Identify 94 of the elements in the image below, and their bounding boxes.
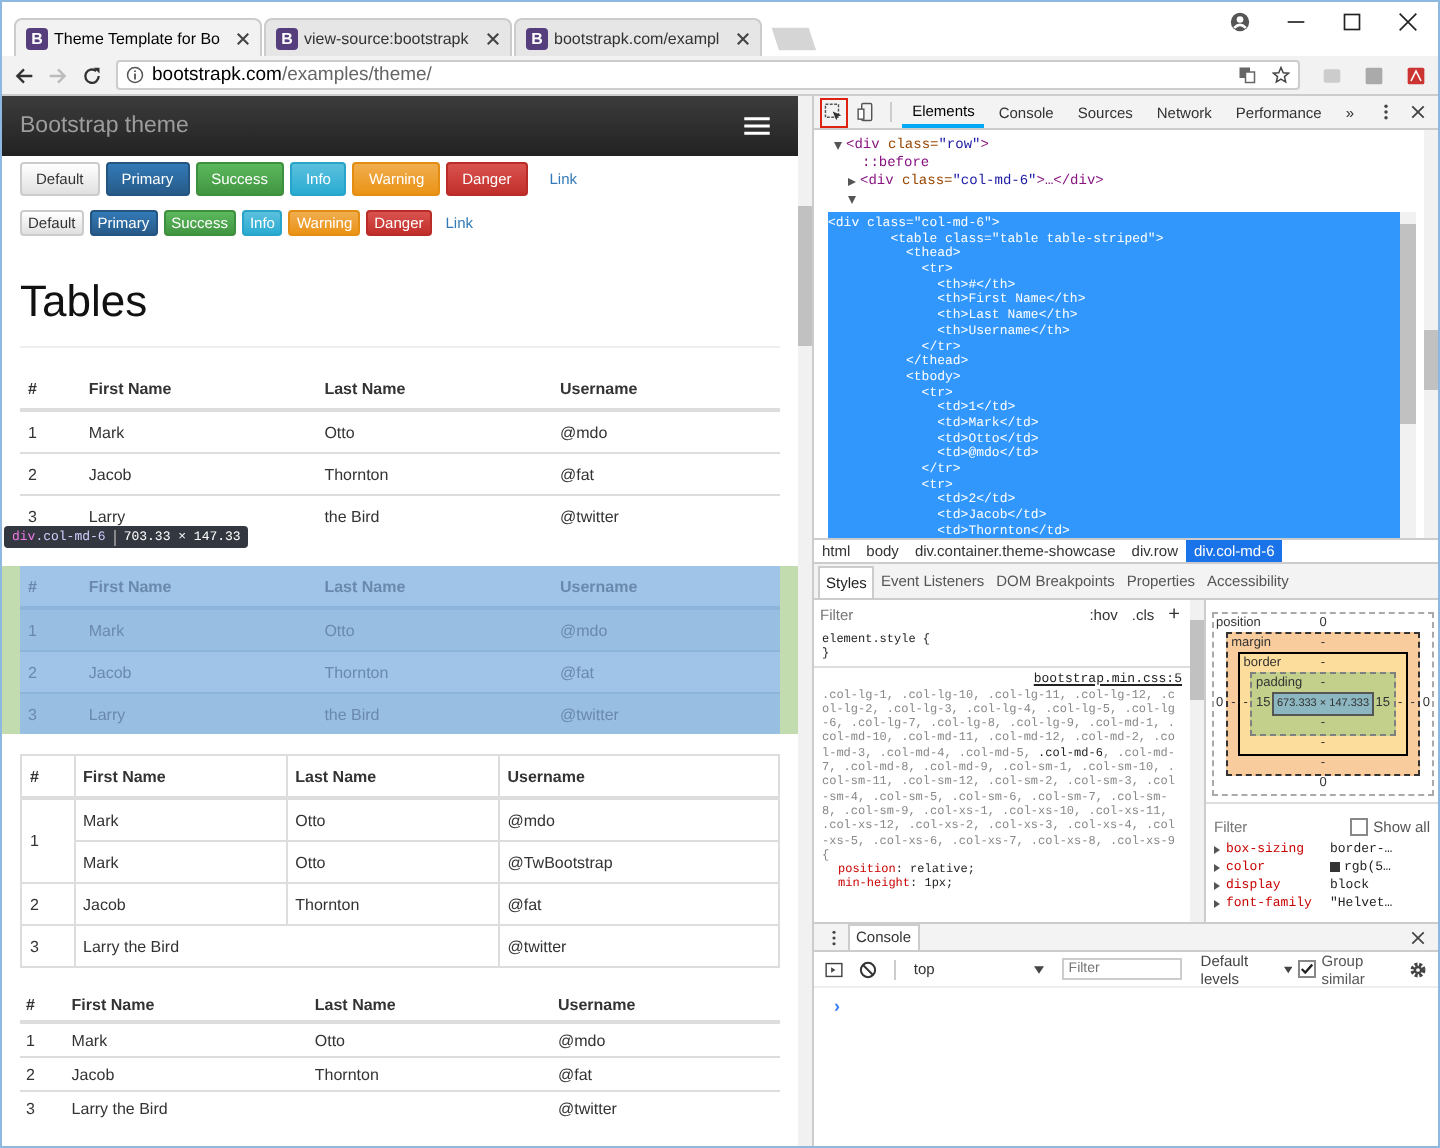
translate-icon[interactable] — [1238, 66, 1256, 84]
close-icon[interactable] — [1408, 927, 1428, 947]
table-cell: Mark — [65, 1022, 309, 1057]
close-icon[interactable] — [1408, 102, 1428, 122]
table-cell: @twitter — [498, 925, 779, 967]
scrollbar[interactable] — [1190, 600, 1204, 922]
settings-icon[interactable] — [1408, 959, 1428, 979]
inspect-icon[interactable] — [820, 97, 849, 127]
close-icon[interactable] — [736, 31, 750, 45]
table-cell: Mark — [74, 798, 287, 841]
reload-icon[interactable] — [82, 65, 102, 85]
scrollbar[interactable] — [798, 96, 812, 1146]
table-cell: 2 — [20, 453, 81, 495]
column-header: Username — [551, 988, 780, 1022]
device-icon[interactable] — [856, 102, 877, 122]
menu-icon[interactable] — [744, 116, 770, 136]
table-cell: Otto — [286, 841, 499, 883]
scrollbar[interactable] — [1424, 130, 1438, 538]
expand-triangle-icon[interactable] — [848, 195, 856, 203]
column-header: # — [21, 755, 75, 798]
table-cell: @mdo — [498, 798, 779, 841]
column-header: Last Name — [316, 368, 552, 410]
table-cell: Mark — [80, 410, 317, 453]
table-cell: @mdo — [551, 1022, 780, 1057]
table-cell: Otto — [316, 410, 552, 453]
expand-triangle-icon[interactable] — [1214, 899, 1220, 907]
expand-triangle-icon[interactable] — [1214, 881, 1220, 889]
favicon-icon: B — [26, 27, 48, 49]
expand-triangle-icon[interactable] — [1214, 845, 1220, 853]
info-icon[interactable] — [126, 66, 144, 84]
browser-tab[interactable]: B view-source:bootstrapk — [264, 18, 512, 56]
table-cell: 3 — [20, 1091, 66, 1124]
table-cell: 1 — [20, 410, 81, 453]
column-header: # — [20, 368, 81, 410]
table-cell: 3 — [21, 925, 75, 967]
checkbox[interactable] — [1349, 817, 1368, 835]
column-header: First Name — [74, 755, 287, 798]
table-cell: @fat — [551, 453, 780, 495]
new-rule-button[interactable]: + — [1164, 603, 1184, 625]
close-icon[interactable] — [1398, 12, 1418, 32]
table-cell: Mark — [74, 841, 287, 883]
table-cell: 2 — [21, 883, 75, 925]
column-header: First Name — [65, 988, 309, 1022]
console-prompt[interactable]: › — [834, 996, 840, 1016]
column-header: # — [20, 988, 66, 1022]
caret-icon — [1034, 965, 1045, 973]
table-cell: @mdo — [551, 410, 780, 453]
clear-icon[interactable] — [858, 959, 878, 979]
table-cell: 1 — [21, 798, 75, 883]
html-editor[interactable] — [828, 212, 1416, 538]
sidebar-toggle-icon[interactable] — [824, 959, 844, 979]
expand-triangle-icon[interactable] — [1214, 863, 1220, 871]
scrollbar[interactable] — [1400, 212, 1416, 538]
table-cell: Otto — [308, 1022, 552, 1057]
checkbox[interactable] — [1297, 960, 1316, 978]
table-cell: Thornton — [308, 1057, 552, 1091]
table-cell: 1 — [20, 1022, 66, 1057]
table-cell: @twitter — [551, 495, 780, 536]
browser-tab[interactable]: B bootstrapk.com/exampl — [514, 18, 762, 56]
table-cell: Larry the Bird — [65, 1091, 552, 1124]
column-header: Last Name — [308, 988, 552, 1022]
star-icon[interactable] — [1272, 66, 1290, 84]
table-cell: @twitter — [551, 1091, 780, 1124]
expand-triangle-icon[interactable] — [834, 141, 842, 149]
table-cell: Jacob — [80, 453, 317, 495]
table-cell: @fat — [551, 1057, 780, 1091]
table-cell: Thornton — [316, 453, 552, 495]
close-icon[interactable] — [236, 31, 250, 45]
expand-triangle-icon[interactable] — [848, 177, 856, 185]
heading: Tables — [20, 276, 150, 328]
close-icon[interactable] — [486, 31, 500, 45]
table-cell: @fat — [498, 883, 779, 925]
maximize-icon[interactable] — [1342, 12, 1362, 32]
favicon-icon: B — [526, 27, 548, 49]
table-cell: @TwBootstrap — [498, 841, 779, 883]
pdf-icon[interactable] — [1406, 65, 1426, 85]
table-cell: Jacob — [74, 883, 287, 925]
browser-tab[interactable]: B Theme Template for Bo — [14, 18, 262, 56]
navbar-brand[interactable]: Bootstrap theme — [20, 114, 189, 138]
table-cell: 2 — [20, 1057, 66, 1091]
column-header: First Name — [80, 368, 317, 410]
column-header: Last Name — [286, 755, 499, 798]
table-cell: Thornton — [286, 883, 499, 925]
table-cell: Otto — [286, 798, 499, 841]
user-icon[interactable] — [1230, 12, 1250, 32]
back-icon[interactable] — [14, 65, 34, 85]
caret-icon — [1283, 965, 1292, 973]
table-cell: Jacob — [65, 1057, 309, 1091]
table-cell: the Bird — [316, 495, 552, 536]
column-header: Username — [498, 755, 779, 798]
column-header: Username — [551, 368, 780, 410]
table-cell: Larry the Bird — [74, 925, 499, 967]
favicon-icon: B — [276, 27, 298, 49]
address-field[interactable]: bootstrapk.com/examples/theme/ — [116, 60, 1300, 90]
